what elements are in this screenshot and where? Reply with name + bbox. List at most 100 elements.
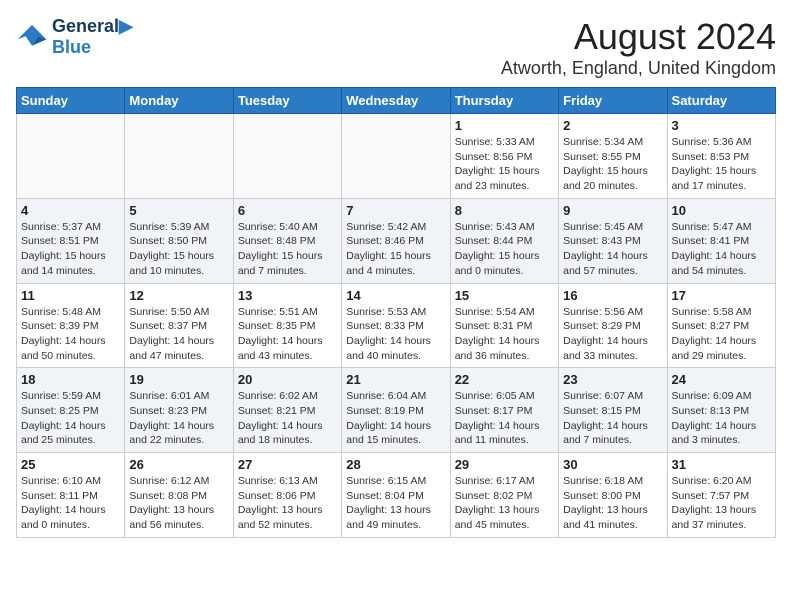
cell-info: Sunrise: 6:02 AM Sunset: 8:21 PM Dayligh… (238, 389, 337, 448)
cell-info: Sunrise: 5:33 AM Sunset: 8:56 PM Dayligh… (455, 135, 554, 194)
logo-icon (16, 23, 48, 51)
day-header-thursday: Thursday (450, 88, 558, 114)
cell-info: Sunrise: 5:36 AM Sunset: 8:53 PM Dayligh… (672, 135, 771, 194)
cell-date: 3 (672, 118, 771, 133)
page-header: General▶ Blue August 2024 Atworth, Engla… (16, 16, 776, 79)
day-header-tuesday: Tuesday (233, 88, 341, 114)
calendar-week-row: 4Sunrise: 5:37 AM Sunset: 8:51 PM Daylig… (17, 198, 776, 283)
calendar-week-row: 18 Sunrise: 5:59 AM Sunset: 8:25 PM Dayli… (17, 368, 776, 453)
calendar-cell: 23 Sunrise: 6:07 AM Sunset: 8:15 PM Dayli… (559, 368, 667, 453)
cell-info: Sunrise: 5:34 AM Sunset: 8:55 PM Dayligh… (563, 135, 662, 194)
calendar-cell: 16Sunrise: 5:56 AM Sunset: 8:29 PM Dayli… (559, 283, 667, 368)
cell-date: 15 (455, 288, 554, 303)
calendar-week-row: 1Sunrise: 5:33 AM Sunset: 8:56 PM Daylig… (17, 114, 776, 199)
calendar-week-row: 11 Sunrise: 5:48 AM Sunset: 8:39 PM Dayli… (17, 283, 776, 368)
cell-info: Sunrise: 6:10 AM Sunset: 8:11 PM Dayligh… (21, 474, 120, 533)
calendar-cell: 19 Sunrise: 6:01 AM Sunset: 8:23 PM Dayli… (125, 368, 233, 453)
logo: General▶ Blue (16, 16, 133, 58)
cell-info: Sunrise: 5:54 AM Sunset: 8:31 PM Dayligh… (455, 305, 554, 364)
calendar-cell: 7Sunrise: 5:42 AM Sunset: 8:46 PM Daylig… (342, 198, 450, 283)
cell-info: Sunrise: 5:40 AM Sunset: 8:48 PM Dayligh… (238, 220, 337, 279)
calendar-cell: 21 Sunrise: 6:04 AM Sunset: 8:19 PM Dayli… (342, 368, 450, 453)
calendar-header-row: SundayMondayTuesdayWednesdayThursdayFrid… (17, 88, 776, 114)
cell-info: Sunrise: 6:13 AM Sunset: 8:06 PM Dayligh… (238, 474, 337, 533)
cell-date: 31 (672, 457, 771, 472)
cell-date: 25 (21, 457, 120, 472)
calendar-cell: 28Sunrise: 6:15 AM Sunset: 8:04 PM Dayli… (342, 453, 450, 538)
calendar-cell: 20 Sunrise: 6:02 AM Sunset: 8:21 PM Dayli… (233, 368, 341, 453)
calendar-cell: 11 Sunrise: 5:48 AM Sunset: 8:39 PM Dayli… (17, 283, 125, 368)
cell-info: Sunrise: 5:43 AM Sunset: 8:44 PM Dayligh… (455, 220, 554, 279)
day-header-monday: Monday (125, 88, 233, 114)
cell-date: 21 (346, 372, 445, 387)
cell-date: 4 (21, 203, 120, 218)
cell-info: Sunrise: 6:20 AM Sunset: 7:57 PM Dayligh… (672, 474, 771, 533)
cell-info: Sunrise: 6:05 AM Sunset: 8:17 PM Dayligh… (455, 389, 554, 448)
calendar-cell: 3 Sunrise: 5:36 AM Sunset: 8:53 PM Daylig… (667, 114, 775, 199)
cell-date: 23 (563, 372, 662, 387)
cell-info: Sunrise: 5:47 AM Sunset: 8:41 PM Dayligh… (672, 220, 771, 279)
calendar-cell (17, 114, 125, 199)
day-header-sunday: Sunday (17, 88, 125, 114)
calendar-cell: 26Sunrise: 6:12 AM Sunset: 8:08 PM Dayli… (125, 453, 233, 538)
cell-date: 13 (238, 288, 337, 303)
cell-info: Sunrise: 5:50 AM Sunset: 8:37 PM Dayligh… (129, 305, 228, 364)
cell-info: Sunrise: 5:58 AM Sunset: 8:27 PM Dayligh… (672, 305, 771, 364)
cell-date: 9 (563, 203, 662, 218)
calendar-cell: 2 Sunrise: 5:34 AM Sunset: 8:55 PM Daylig… (559, 114, 667, 199)
calendar-cell: 25 Sunrise: 6:10 AM Sunset: 8:11 PM Dayli… (17, 453, 125, 538)
day-header-friday: Friday (559, 88, 667, 114)
cell-date: 19 (129, 372, 228, 387)
calendar-cell: 4Sunrise: 5:37 AM Sunset: 8:51 PM Daylig… (17, 198, 125, 283)
cell-info: Sunrise: 6:09 AM Sunset: 8:13 PM Dayligh… (672, 389, 771, 448)
cell-date: 6 (238, 203, 337, 218)
calendar-cell: 10Sunrise: 5:47 AM Sunset: 8:41 PM Dayli… (667, 198, 775, 283)
logo-text: General▶ Blue (52, 16, 133, 58)
cell-info: Sunrise: 6:04 AM Sunset: 8:19 PM Dayligh… (346, 389, 445, 448)
calendar-cell: 8Sunrise: 5:43 AM Sunset: 8:44 PM Daylig… (450, 198, 558, 283)
calendar-cell: 14 Sunrise: 5:53 AM Sunset: 8:33 PM Dayli… (342, 283, 450, 368)
cell-info: Sunrise: 6:07 AM Sunset: 8:15 PM Dayligh… (563, 389, 662, 448)
cell-info: Sunrise: 5:45 AM Sunset: 8:43 PM Dayligh… (563, 220, 662, 279)
cell-date: 30 (563, 457, 662, 472)
cell-info: Sunrise: 6:01 AM Sunset: 8:23 PM Dayligh… (129, 389, 228, 448)
calendar-title: August 2024 (501, 16, 776, 58)
calendar-cell: 30 Sunrise: 6:18 AM Sunset: 8:00 PM Dayli… (559, 453, 667, 538)
title-block: August 2024 Atworth, England, United Kin… (501, 16, 776, 79)
calendar-subtitle: Atworth, England, United Kingdom (501, 58, 776, 79)
cell-date: 24 (672, 372, 771, 387)
cell-date: 2 (563, 118, 662, 133)
calendar-cell: 27 Sunrise: 6:13 AM Sunset: 8:06 PM Dayli… (233, 453, 341, 538)
cell-info: Sunrise: 5:48 AM Sunset: 8:39 PM Dayligh… (21, 305, 120, 364)
calendar-cell: 31 Sunrise: 6:20 AM Sunset: 7:57 PM Dayli… (667, 453, 775, 538)
cell-info: Sunrise: 5:42 AM Sunset: 8:46 PM Dayligh… (346, 220, 445, 279)
cell-date: 20 (238, 372, 337, 387)
calendar-cell: 9 Sunrise: 5:45 AM Sunset: 8:43 PM Daylig… (559, 198, 667, 283)
calendar-cell: 29Sunrise: 6:17 AM Sunset: 8:02 PM Dayli… (450, 453, 558, 538)
cell-info: Sunrise: 6:18 AM Sunset: 8:00 PM Dayligh… (563, 474, 662, 533)
cell-date: 16 (563, 288, 662, 303)
day-header-wednesday: Wednesday (342, 88, 450, 114)
calendar-cell: 22 Sunrise: 6:05 AM Sunset: 8:17 PM Dayli… (450, 368, 558, 453)
calendar-table: SundayMondayTuesdayWednesdayThursdayFrid… (16, 87, 776, 538)
calendar-cell: 6 Sunrise: 5:40 AM Sunset: 8:48 PM Daylig… (233, 198, 341, 283)
cell-date: 5 (129, 203, 228, 218)
calendar-cell: 18 Sunrise: 5:59 AM Sunset: 8:25 PM Dayli… (17, 368, 125, 453)
cell-info: Sunrise: 5:53 AM Sunset: 8:33 PM Dayligh… (346, 305, 445, 364)
calendar-cell: 17 Sunrise: 5:58 AM Sunset: 8:27 PM Dayli… (667, 283, 775, 368)
cell-date: 11 (21, 288, 120, 303)
cell-date: 22 (455, 372, 554, 387)
cell-date: 18 (21, 372, 120, 387)
calendar-cell (125, 114, 233, 199)
day-header-saturday: Saturday (667, 88, 775, 114)
cell-info: Sunrise: 5:59 AM Sunset: 8:25 PM Dayligh… (21, 389, 120, 448)
cell-date: 27 (238, 457, 337, 472)
cell-date: 17 (672, 288, 771, 303)
cell-date: 14 (346, 288, 445, 303)
cell-info: Sunrise: 6:17 AM Sunset: 8:02 PM Dayligh… (455, 474, 554, 533)
cell-date: 26 (129, 457, 228, 472)
cell-date: 12 (129, 288, 228, 303)
calendar-cell: 1Sunrise: 5:33 AM Sunset: 8:56 PM Daylig… (450, 114, 558, 199)
calendar-cell (342, 114, 450, 199)
calendar-cell (233, 114, 341, 199)
